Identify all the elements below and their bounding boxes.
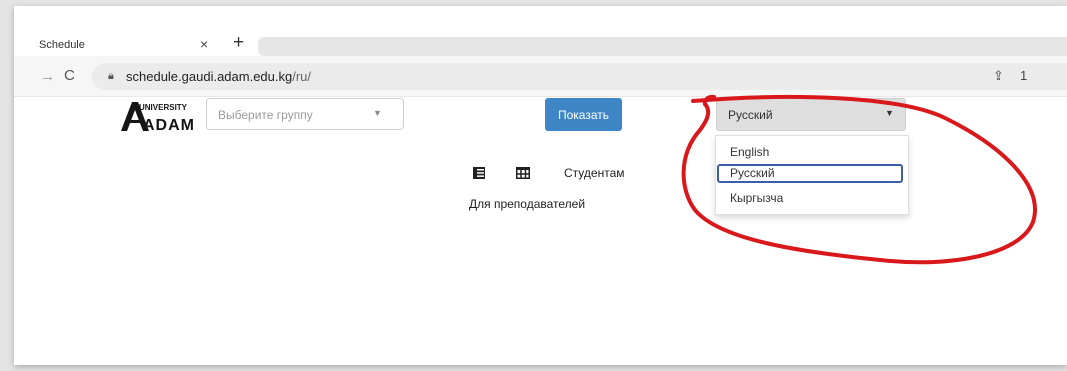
group-select-placeholder: Выберите группу xyxy=(218,108,313,122)
university-adam-logo: UNIVERSITY ADAM xyxy=(121,102,195,133)
url-text: schedule.gaudi.adam.edu.kg/ru/ xyxy=(126,69,311,84)
students-link[interactable]: Студентам xyxy=(564,166,625,180)
logo-university-text: UNIVERSITY xyxy=(139,103,188,112)
url-host: schedule.gaudi.adam.edu.kg xyxy=(126,69,293,84)
browser-window: Schedule × + → C 🔒︎ schedule.gaudi.adam.… xyxy=(14,6,1067,365)
show-button[interactable]: Показать xyxy=(545,98,622,131)
list-view-icon[interactable] xyxy=(473,167,485,179)
close-tab-icon[interactable]: × xyxy=(200,36,208,52)
address-bar[interactable]: 🔒︎ schedule.gaudi.adam.edu.kg/ru/ ⇪ 1 xyxy=(92,63,1067,90)
toolbar-truncated-label[interactable]: 1 xyxy=(1020,68,1027,83)
table-view-icon[interactable] xyxy=(516,167,530,179)
tab-strip-background xyxy=(258,37,1067,56)
address-toolbar: → C 🔒︎ schedule.gaudi.adam.edu.kg/ru/ ⇪ … xyxy=(14,56,1067,97)
share-icon[interactable]: ⇪ xyxy=(993,68,1004,84)
new-tab-icon[interactable]: + xyxy=(233,32,244,54)
url-path: /ru/ xyxy=(292,69,312,84)
logo-adam-text: ADAM xyxy=(143,117,195,133)
tab-title: Schedule xyxy=(39,39,85,51)
teachers-link[interactable]: Для преподавателей xyxy=(469,197,585,211)
chevron-down-icon: ▼ xyxy=(885,108,894,118)
language-select[interactable]: Русский ▼ xyxy=(716,98,906,131)
lock-icon: 🔒︎ xyxy=(108,70,114,82)
language-option-russian[interactable]: Русский xyxy=(730,166,775,180)
language-option-english[interactable]: English xyxy=(730,145,769,159)
language-dropdown-menu: English Русский Кыргызча xyxy=(715,135,909,215)
reload-icon[interactable]: C xyxy=(64,67,75,84)
language-option-kyrgyz[interactable]: Кыргызча xyxy=(730,191,783,205)
group-select[interactable]: Выберите группу ▼ xyxy=(206,98,404,130)
forward-icon[interactable]: → xyxy=(40,68,55,85)
chevron-down-icon: ▼ xyxy=(373,108,382,118)
language-select-value: Русский xyxy=(728,108,773,122)
